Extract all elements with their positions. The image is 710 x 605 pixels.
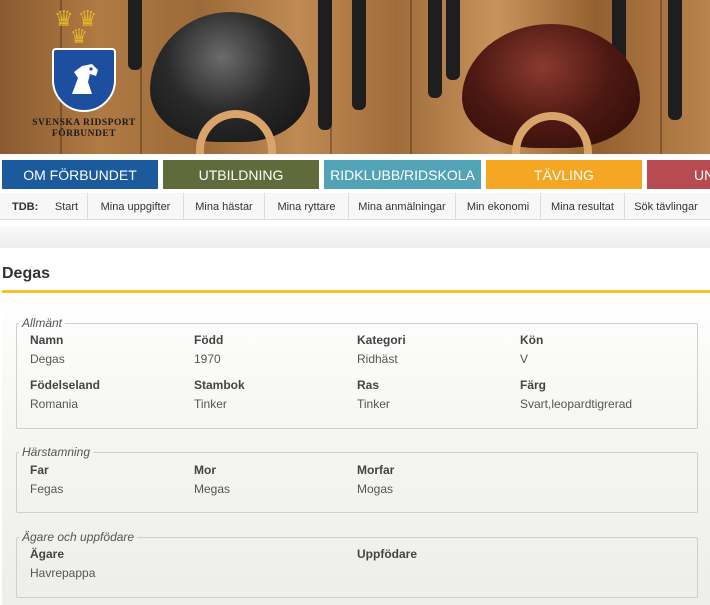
subnav-mina-ryttare[interactable]: Mina ryttare xyxy=(265,193,349,220)
subnav-mina-hastar[interactable]: Mina hästar xyxy=(184,193,265,220)
field-label-fodd: Född xyxy=(194,333,224,347)
main-nav: OM FÖRBUNDET UTBILDNING RIDKLUBB/RIDSKOL… xyxy=(0,160,710,189)
field-value-morfar[interactable]: Mogas xyxy=(357,482,393,496)
field-label-morfar: Morfar xyxy=(357,463,395,477)
bridle-strap xyxy=(428,0,442,98)
nav-tab-label: UTBILDNING xyxy=(198,166,284,183)
subnav-mina-resultat[interactable]: Mina resultat xyxy=(541,193,625,220)
logo-wordmark: SVENSKA RIDSPORT FÖRBUNDET xyxy=(24,118,144,140)
subnav-min-ekonomi[interactable]: Min ekonomi xyxy=(456,193,541,220)
field-value-fodelseland: Romania xyxy=(30,397,79,411)
header-banner: ♛♛ ♛ SVENSKA RIDSPORT FÖRBUNDET xyxy=(0,0,710,154)
field-label-fodelseland: Födelseland xyxy=(30,378,101,392)
field-label-namn: Namn xyxy=(30,333,64,347)
field-value-mor[interactable]: Megas xyxy=(194,482,230,496)
nav-tab-label: TÄVLING xyxy=(534,166,594,183)
field-label-far: Far xyxy=(30,463,49,477)
section-legend: Härstamning xyxy=(22,445,91,459)
field-label-kategori: Kategori xyxy=(357,333,406,347)
nav-tab-un[interactable]: UN xyxy=(647,160,710,189)
tdb-subnav: TDB: Start Mina uppgifter Mina hästar Mi… xyxy=(0,193,710,220)
subnav-mina-uppgifter[interactable]: Mina uppgifter xyxy=(88,193,184,220)
subnav-start[interactable]: Start xyxy=(46,193,88,220)
field-value-stambok: Tinker xyxy=(194,397,227,411)
logo-line-1: SVENSKA RIDSPORT xyxy=(32,118,136,128)
tdb-label: TDB: xyxy=(12,200,39,213)
field-label-ras: Ras xyxy=(357,378,380,392)
field-value-namn: Degas xyxy=(30,352,65,366)
pedigree-section: Härstamning xyxy=(16,445,698,513)
page-title: Degas xyxy=(2,265,51,282)
field-value-fodd: 1970 xyxy=(194,352,221,366)
bridle-strap xyxy=(668,0,682,120)
content-toolbar-strip xyxy=(0,226,710,248)
logo-line-2: FÖRBUNDET xyxy=(51,129,117,139)
wood-plank xyxy=(410,0,412,154)
field-value-farg: Svart,leopardtigrerad xyxy=(520,397,633,411)
subnav-sok-tavlingar[interactable]: Sök tävlingar xyxy=(625,193,707,220)
wood-plank xyxy=(660,0,662,154)
nav-tab-om-forbundet[interactable]: OM FÖRBUNDET xyxy=(2,160,158,189)
section-legend: Ägare och uppfödare xyxy=(22,530,135,544)
crown-icon: ♛ xyxy=(70,26,88,48)
bridle-strap xyxy=(318,0,332,130)
bridle-strap xyxy=(446,0,460,80)
field-label-kon: Kön xyxy=(520,333,544,347)
nav-tab-label: OM FÖRBUNDET xyxy=(23,166,137,183)
field-label-mor: Mor xyxy=(194,463,216,477)
horse-shield-icon xyxy=(52,48,116,112)
field-label-agare: Ägare xyxy=(30,547,65,561)
bridle-strap xyxy=(352,0,366,110)
nav-tab-label: UN xyxy=(694,166,710,183)
nav-tab-ridklubb[interactable]: RIDKLUBB/RIDSKOLA xyxy=(324,160,481,189)
nav-tab-tavling[interactable]: TÄVLING xyxy=(486,160,642,189)
field-label-stambok: Stambok xyxy=(194,378,245,392)
subnav-mina-anmalningar[interactable]: Mina anmälningar xyxy=(349,193,456,220)
owner-breeder-section: Ägare och uppfödare xyxy=(16,530,698,598)
section-legend: Allmänt xyxy=(22,316,63,330)
nav-tab-label: RIDKLUBB/RIDSKOLA xyxy=(330,166,475,183)
field-label-farg: Färg xyxy=(520,378,547,392)
nav-tab-utbildning[interactable]: UTBILDNING xyxy=(163,160,319,189)
field-value-ras: Tinker xyxy=(357,397,390,411)
field-value-kategori: Ridhäst xyxy=(357,352,398,366)
federation-logo[interactable]: ♛♛ ♛ SVENSKA RIDSPORT FÖRBUNDET xyxy=(24,6,144,148)
field-value-agare[interactable]: Havrepappa xyxy=(30,566,95,580)
field-label-uppfodare: Uppfödare xyxy=(357,547,417,561)
field-value-far[interactable]: Fegas xyxy=(30,482,63,496)
field-value-kon: V xyxy=(520,352,529,366)
